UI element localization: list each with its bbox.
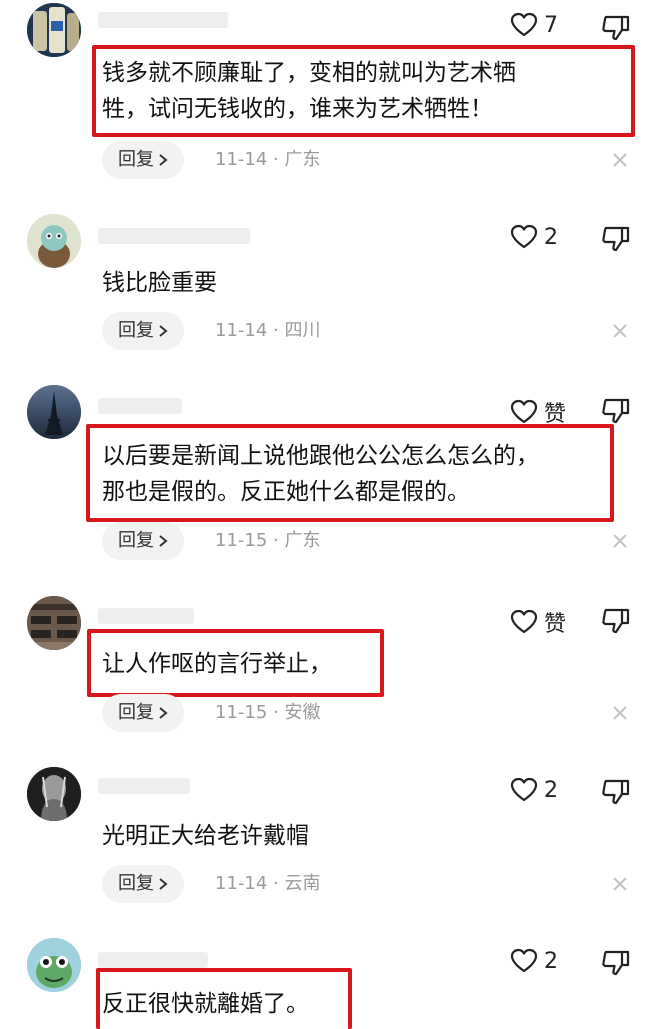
heart-icon (510, 948, 538, 973)
dislike-button[interactable] (600, 14, 632, 46)
comment-meta: 11-15 · 广东 (215, 530, 321, 551)
heart-icon (510, 399, 538, 424)
dislike-button[interactable] (600, 225, 632, 257)
chevron-right-icon (159, 535, 168, 547)
comment-text: 钱比脸重要 (102, 270, 217, 296)
dislike-button[interactable] (600, 397, 632, 429)
heart-icon (510, 777, 538, 802)
close-button[interactable] (611, 704, 629, 726)
chevron-right-icon (159, 707, 168, 719)
chevron-right-icon (159, 878, 168, 890)
username[interactable] (98, 398, 182, 414)
thumbs-down-icon (602, 398, 630, 424)
like-button[interactable]: 2 (510, 224, 558, 250)
like-button[interactable]: 2 (510, 948, 558, 974)
like-count: 赞 (544, 612, 567, 637)
like-count: 7 (544, 12, 558, 38)
avatar[interactable] (27, 3, 81, 57)
close-icon (613, 153, 627, 167)
username[interactable] (98, 12, 228, 28)
comment-text: 以后要是新闻上说他跟他公公怎么怎么的， 那也是假的。反正她什么都是假的。 (102, 443, 539, 505)
comment-text: 反正很快就離婚了。 (102, 991, 309, 1017)
dislike-button[interactable] (600, 607, 632, 639)
username[interactable] (98, 228, 250, 244)
comment-meta: 11-14 · 云南 (215, 873, 321, 894)
close-icon (613, 534, 627, 548)
close-button[interactable] (611, 151, 629, 173)
close-icon (613, 324, 627, 338)
comment-meta: 11-14 · 四川 (215, 320, 321, 341)
like-button[interactable]: 2 (510, 777, 558, 803)
username[interactable] (98, 952, 208, 968)
thumbs-down-icon (602, 15, 630, 41)
chevron-right-icon (159, 154, 168, 166)
heart-icon (510, 224, 538, 249)
comment-meta: 11-15 · 安徽 (215, 702, 321, 723)
reply-button[interactable]: 回复 (102, 141, 184, 179)
reply-button[interactable]: 回复 (102, 865, 184, 903)
reply-button[interactable]: 回复 (102, 694, 184, 732)
close-icon (613, 706, 627, 720)
chevron-right-icon (159, 325, 168, 337)
comment-text: 钱多就不顾廉耻了，变相的就叫为艺术牺 牲，试问无钱收的，谁来为艺术牺牲！ (102, 60, 516, 122)
heart-icon (510, 12, 538, 37)
thumbs-down-icon (602, 226, 630, 252)
thumbs-down-icon (602, 950, 630, 976)
like-button[interactable]: 赞 (510, 606, 566, 638)
thumbs-down-icon (602, 608, 630, 634)
avatar[interactable] (27, 767, 81, 821)
close-button[interactable] (611, 532, 629, 554)
heart-icon (510, 609, 538, 634)
thumbs-down-icon (602, 779, 630, 805)
avatar[interactable] (27, 214, 81, 268)
avatar[interactable] (27, 385, 81, 439)
close-button[interactable] (611, 875, 629, 897)
reply-button[interactable]: 回复 (102, 312, 184, 350)
like-button[interactable]: 7 (510, 12, 558, 38)
like-count: 赞 (544, 402, 567, 427)
comment-text: 光明正大给老许戴帽 (102, 823, 309, 849)
like-count: 2 (544, 777, 558, 803)
close-button[interactable] (611, 322, 629, 344)
like-count: 2 (544, 224, 558, 250)
dislike-button[interactable] (600, 949, 632, 981)
close-icon (613, 877, 627, 891)
like-count: 2 (544, 948, 558, 974)
username[interactable] (98, 608, 194, 624)
like-button[interactable]: 赞 (510, 396, 566, 428)
avatar[interactable] (27, 596, 81, 650)
comment-meta: 11-14 · 广东 (215, 149, 321, 170)
comment-text: 让人作呕的言行举止， (102, 651, 332, 677)
avatar[interactable] (27, 938, 81, 992)
reply-button[interactable]: 回复 (102, 522, 184, 560)
username[interactable] (98, 778, 190, 794)
dislike-button[interactable] (600, 778, 632, 810)
